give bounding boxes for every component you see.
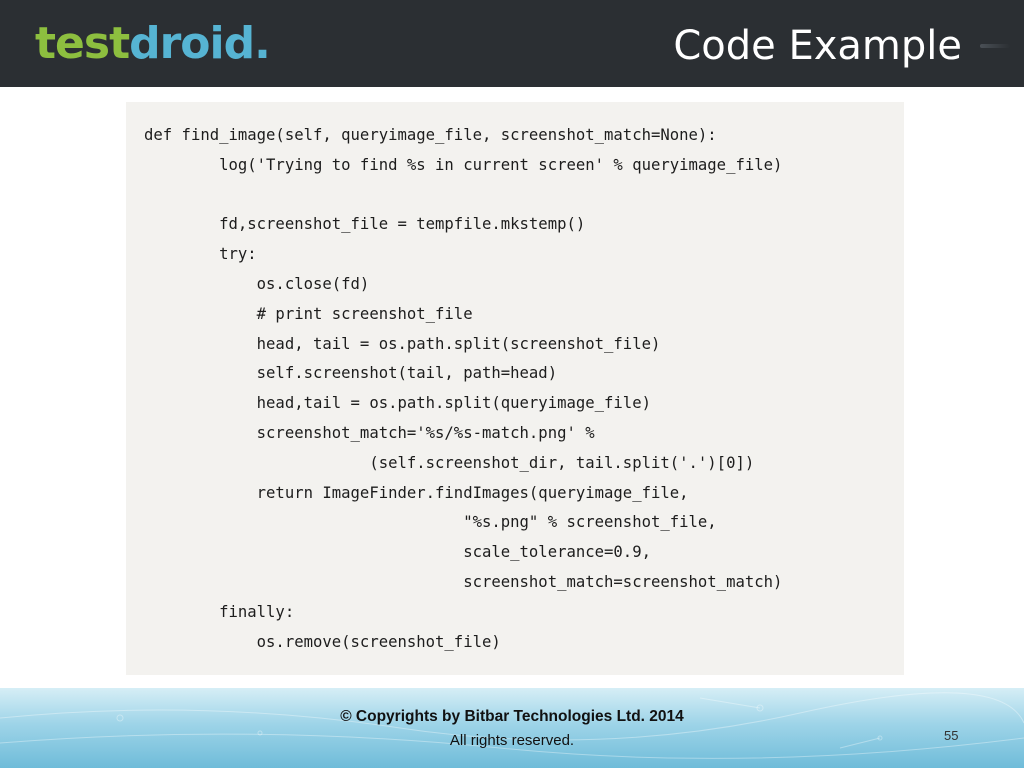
code-line: scale_tolerance=0.9,: [144, 543, 651, 562]
rights-text: All rights reserved.: [449, 732, 575, 749]
testdroid-logo: testdroid.: [35, 14, 271, 74]
logo-text-droid: droid: [129, 18, 255, 69]
slide-footer: © Copyrights by Bitbar Technologies Ltd.…: [0, 688, 1024, 768]
header-decoration: [980, 44, 1010, 48]
code-line: screenshot_match='%s/%s-match.png' %: [144, 423, 595, 442]
logo-dot: .: [254, 18, 271, 69]
page-number: 55: [944, 728, 959, 743]
code-line: "%s.png" % screenshot_file,: [144, 513, 717, 532]
code-line: def find_image(self, queryimage_file, sc…: [144, 126, 717, 144]
code-line: os.close(fd): [144, 274, 370, 293]
code-line: head, tail = os.path.split(screenshot_fi…: [144, 334, 661, 353]
code-line: try:: [144, 245, 257, 264]
slide-header: testdroid. Code Example: [0, 0, 1024, 87]
code-line: # print screenshot_file: [144, 304, 473, 323]
code-line: (self.screenshot_dir, tail.split('.')[0]…: [144, 453, 755, 472]
code-line: os.remove(screenshot_file): [144, 632, 501, 651]
code-line: self.screenshot(tail, path=head): [144, 364, 558, 383]
code-text: def find_image(self, queryimage_file, sc…: [144, 121, 782, 657]
slide-title: Code Example: [673, 23, 962, 69]
code-line: head,tail = os.path.split(queryimage_fil…: [144, 394, 651, 413]
footer-background-pattern: [0, 692, 1024, 759]
code-block: def find_image(self, queryimage_file, sc…: [126, 102, 904, 675]
logo-text-test: test: [35, 18, 130, 69]
code-line: finally:: [144, 602, 295, 621]
code-line: log('Trying to find %s in current screen…: [144, 155, 783, 174]
code-line: fd,screenshot_file = tempfile.mkstemp(): [144, 215, 586, 234]
code-line: screenshot_match=screenshot_match): [144, 572, 783, 591]
copyright-text: © Copyrights by Bitbar Technologies Ltd.…: [340, 708, 684, 725]
code-line: return ImageFinder.findImages(queryimage…: [144, 483, 689, 502]
